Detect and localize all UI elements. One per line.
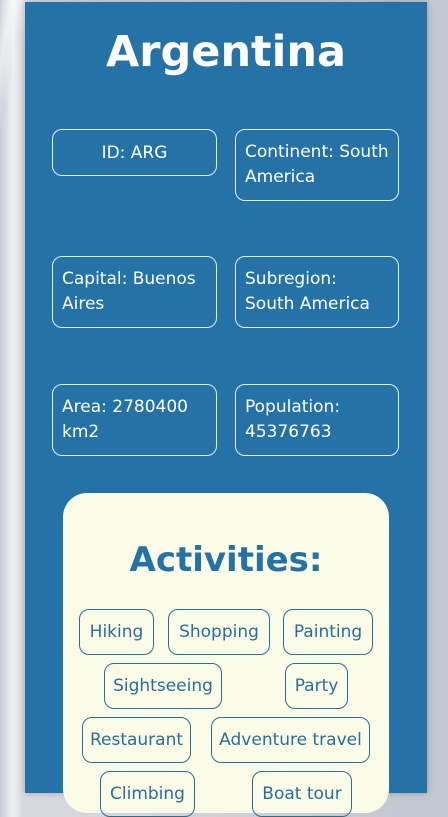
country-detail-panel: Argentina ID: ARG Continent: South Ameri… [25,2,427,817]
country-population: Population: 45376763 [235,384,399,456]
activity-hiking[interactable]: Hiking [79,609,154,655]
activity-sightseeing[interactable]: Sightseeing [104,663,222,709]
country-subregion: Subregion: South America [235,256,399,328]
country-name: Argentina [106,27,346,77]
country-id: ID: ARG [52,129,217,176]
country-area: Area: 2780400 km2 [52,384,217,456]
activity-adventure-travel[interactable]: Adventure travel [211,717,370,763]
activities-heading: Activities: [129,540,323,580]
activity-shopping[interactable]: Shopping [168,609,270,655]
activities-card: Activities: Hiking Shopping Painting Sig… [63,493,389,817]
activity-party[interactable]: Party [285,663,348,709]
country-continent: Continent: South America [235,129,399,201]
country-capital: Capital: Buenos Aires [52,256,217,328]
activity-restaurant[interactable]: Restaurant [82,717,191,763]
activity-painting[interactable]: Painting [283,609,373,655]
activity-boat-tour[interactable]: Boat tour [252,771,352,817]
activity-climbing[interactable]: Climbing [100,771,195,817]
